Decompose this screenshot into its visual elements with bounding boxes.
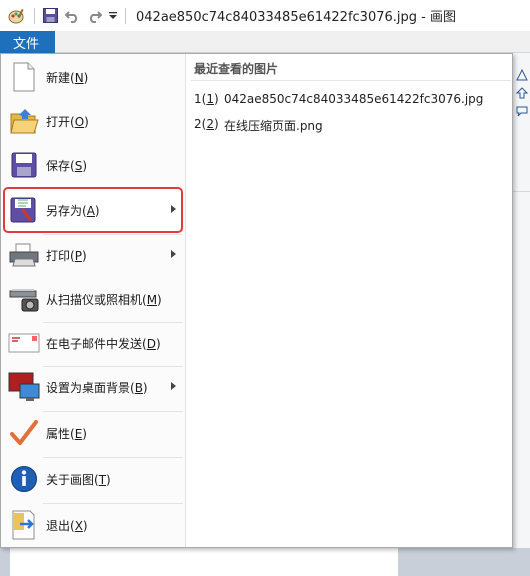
menu-item-about[interactable]: 关于画图(T) <box>4 457 182 501</box>
menu-item-label: 新建(N) <box>46 70 89 85</box>
menu-item-print[interactable]: 打印(P) <box>4 233 182 277</box>
menu-item-label: 另存为(A) <box>46 203 100 218</box>
menu-item-open[interactable]: 打开(O) <box>4 99 182 143</box>
submenu-arrow-icon <box>171 205 176 213</box>
recent-file-name: 在线压缩页面.png <box>224 119 323 133</box>
menu-item-label: 在电子邮件中发送(D) <box>46 336 161 351</box>
menu-item-label: 保存(S) <box>46 158 87 173</box>
menu-item-label: 打开(O) <box>46 114 89 129</box>
recent-file-number: 1(1) <box>194 92 219 106</box>
toolbar-separator <box>34 7 35 24</box>
recent-heading-rule <box>191 80 511 81</box>
menu-item-label: 打印(P) <box>46 248 87 263</box>
recent-file-1[interactable]: 1(1) 042ae850c74c84033485e61422fc3076.jp… <box>194 92 483 106</box>
printer-icon <box>8 239 40 271</box>
ribbon-divider <box>513 191 530 192</box>
menu-item-properties[interactable]: 属性(E) <box>4 411 182 455</box>
save-as-icon <box>8 194 40 226</box>
title-bar: 042ae850c74c84033485e61422fc3076.jpg - 画… <box>0 0 530 31</box>
window-title: 042ae850c74c84033485e61422fc3076.jpg - 画… <box>136 10 456 25</box>
submenu-arrow-icon <box>171 250 176 258</box>
save-disk-icon <box>8 149 40 181</box>
menu-item-label: 设置为桌面背景(B) <box>46 380 148 395</box>
canvas-area[interactable] <box>10 548 398 576</box>
file-menu-commands: 新建(N) 打开(O) 保存(S) 另存为(A) 打印(P) 从扫描仪或照相机(… <box>1 54 186 547</box>
menu-item-exit[interactable]: 退出(X) <box>4 503 182 547</box>
file-tab[interactable]: 文件 <box>0 31 55 53</box>
menu-item-save[interactable]: 保存(S) <box>4 143 182 187</box>
callout-shape-icon[interactable] <box>516 105 528 117</box>
open-folder-icon <box>8 105 40 137</box>
toolbar-separator <box>125 7 126 24</box>
info-icon <box>8 463 40 495</box>
save-icon[interactable] <box>39 0 61 31</box>
undo-icon[interactable] <box>61 0 83 31</box>
exit-icon <box>8 509 40 541</box>
recent-pictures-heading: 最近查看的图片 <box>194 62 279 76</box>
menu-item-scanner-camera[interactable]: 从扫描仪或照相机(M) <box>4 277 182 321</box>
arrow-up-shape-icon[interactable] <box>516 87 528 99</box>
submenu-arrow-icon <box>171 382 176 390</box>
desktop-background-icon <box>8 371 40 403</box>
menu-item-label: 属性(E) <box>46 426 87 441</box>
new-document-icon <box>8 61 40 93</box>
menu-item-desktop-background[interactable]: 设置为桌面背景(B) <box>4 365 182 409</box>
quick-access-toolbar <box>0 0 121 31</box>
menu-item-save-as[interactable]: 另存为(A) <box>3 187 183 233</box>
menu-item-new[interactable]: 新建(N) <box>4 55 182 99</box>
scanner-camera-icon <box>8 283 40 315</box>
paint-app-icon[interactable] <box>4 0 30 31</box>
ribbon-shapes-partial <box>513 53 530 576</box>
workspace-background <box>0 548 530 576</box>
email-envelope-icon <box>8 327 40 359</box>
file-menu: 新建(N) 打开(O) 保存(S) 另存为(A) 打印(P) 从扫描仪或照相机(… <box>0 53 513 548</box>
triangle-shape-icon[interactable] <box>516 69 528 81</box>
customize-dropdown-icon[interactable] <box>105 0 121 31</box>
menu-item-label: 退出(X) <box>46 518 88 533</box>
redo-icon[interactable] <box>83 0 105 31</box>
recent-file-2[interactable]: 2(2) 在线压缩页面.png <box>194 117 323 134</box>
recent-file-name: 042ae850c74c84033485e61422fc3076.jpg <box>224 92 484 106</box>
properties-checkmark-icon <box>8 417 40 449</box>
menu-item-label: 从扫描仪或照相机(M) <box>46 292 162 307</box>
recent-file-number: 2(2) <box>194 117 219 131</box>
menu-item-email[interactable]: 在电子邮件中发送(D) <box>4 321 182 365</box>
menu-item-label: 关于画图(T) <box>46 472 111 487</box>
